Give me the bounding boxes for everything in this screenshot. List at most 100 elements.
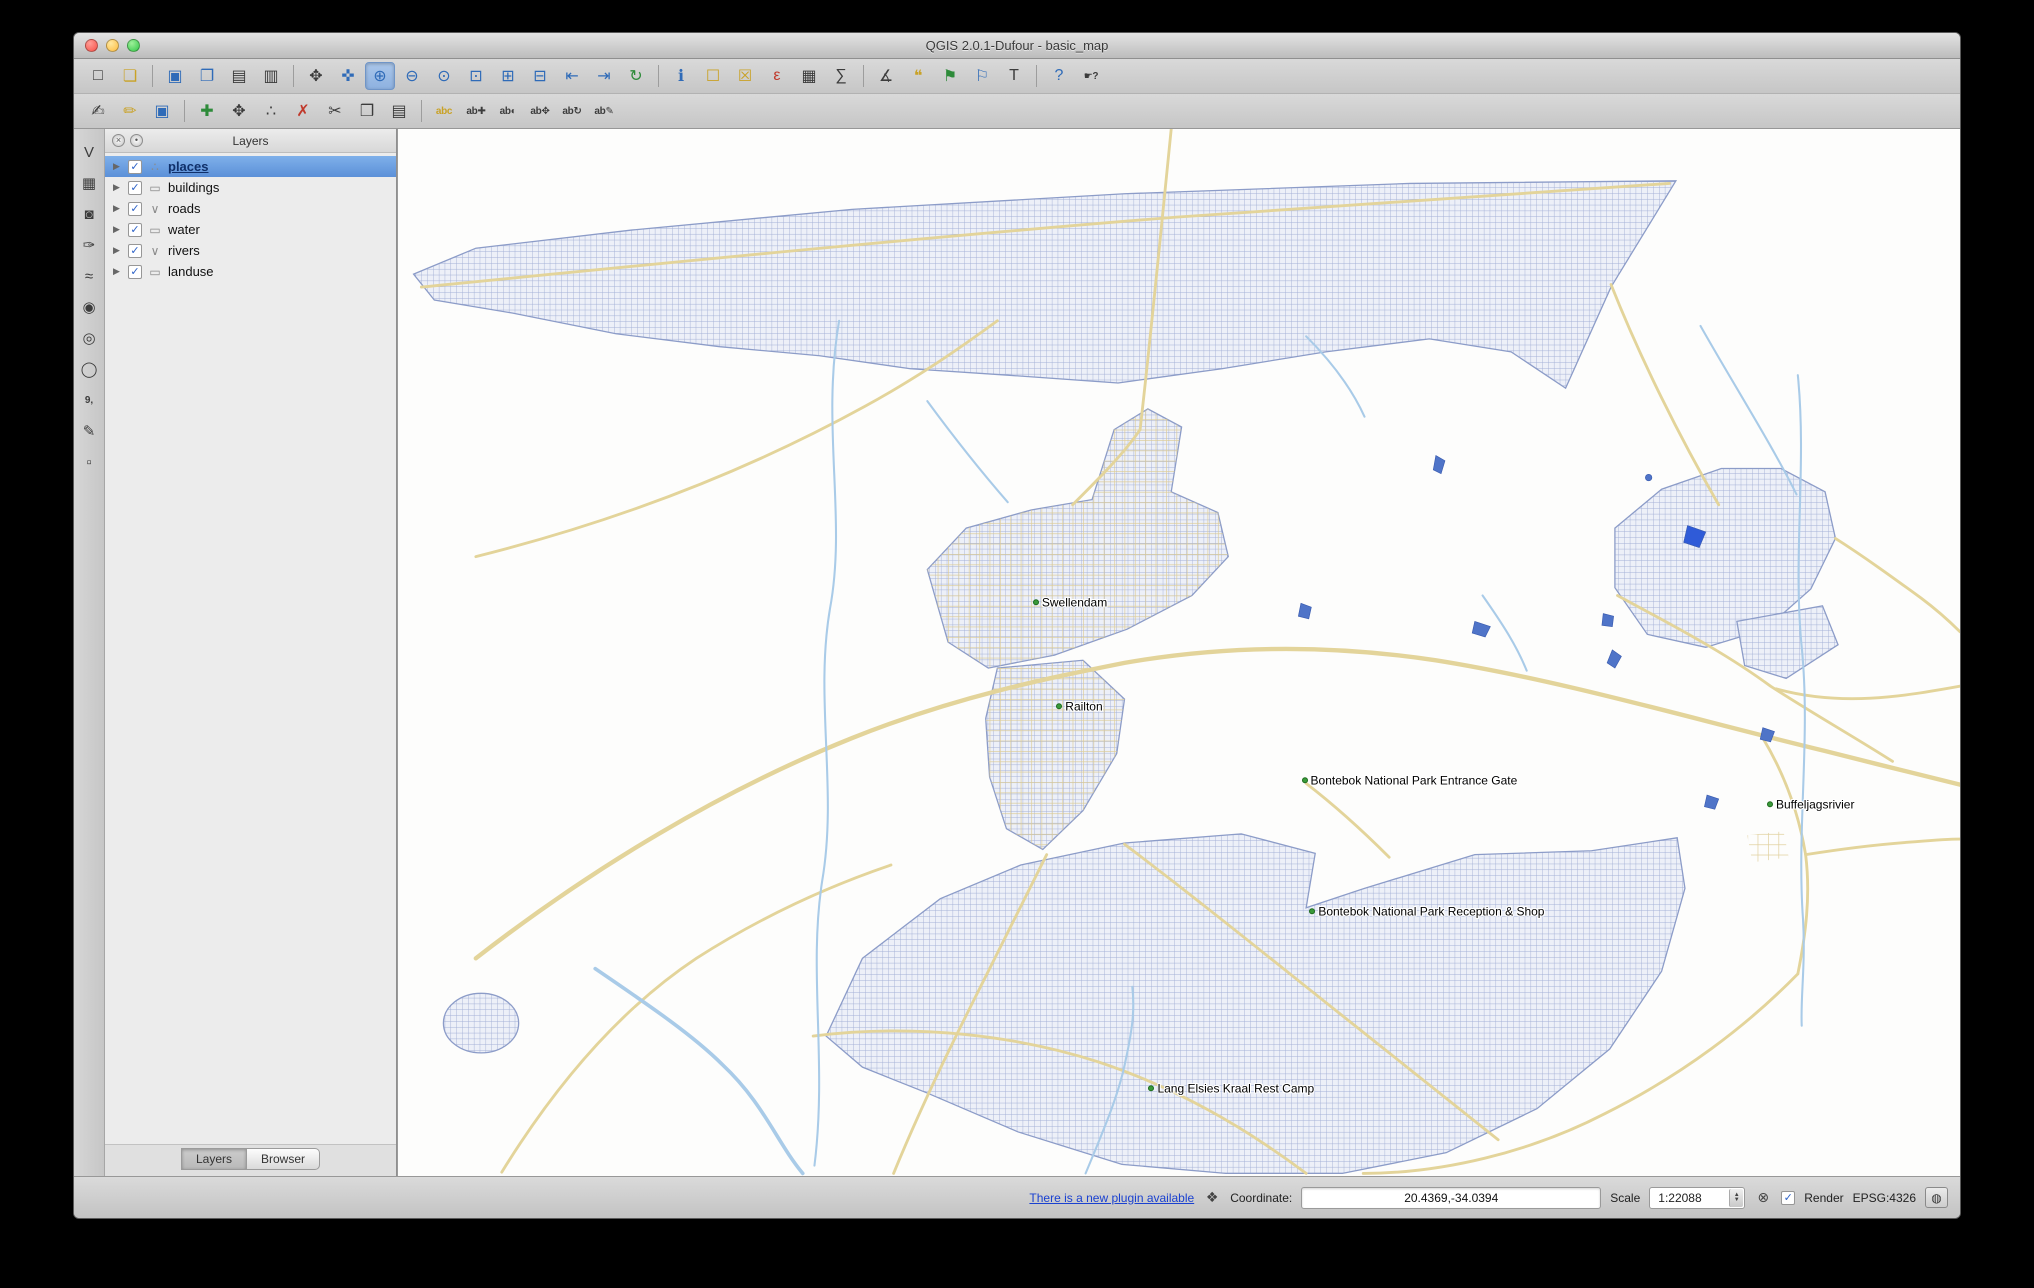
toolbar-button-field-calculator[interactable]: ∑ [826, 62, 856, 90]
title-bar[interactable]: QGIS 2.0.1-Dufour - basic_map [74, 33, 1960, 59]
edit-toolbar-icon: ✥ [232, 103, 246, 120]
toolbar-button-select-by-expression[interactable]: ε [762, 62, 792, 90]
stop-render-icon[interactable]: ⊗ [1754, 1189, 1772, 1207]
toolbar-button-help-contents[interactable]: ? [1044, 62, 1074, 90]
plugin-icon[interactable]: ❖ [1203, 1189, 1221, 1207]
toolbar-button-new-bookmark[interactable]: ⚑ [935, 62, 965, 90]
map-canvas[interactable]: Swellendam Railton Bontebok National Par… [397, 129, 1960, 1176]
toolbar-icon: ε [773, 67, 781, 84]
toolbar-button-zoom-in[interactable]: ⊕ [365, 62, 395, 90]
toolbar-icon: ⊕ [373, 68, 387, 85]
layer-item-roads[interactable]: ∨ roads [105, 198, 396, 219]
panel-tab-layers[interactable]: Layers [180, 1147, 247, 1170]
toolbar-button-open-attribute-table[interactable]: ▦ [794, 62, 824, 90]
toolbar-button-new-project[interactable]: □ [83, 62, 113, 90]
toolbar-button-zoom-actual[interactable]: ⊙ [429, 62, 459, 90]
toolbar-button-save-project[interactable]: ▣ [160, 62, 190, 90]
toolbar-button-identify-features[interactable]: ℹ [666, 62, 696, 90]
expand-arrow-icon[interactable] [113, 203, 123, 214]
edit-toolbar-icon: ✂ [328, 103, 342, 120]
side-button-add-wfs-layer[interactable]: ◯ [76, 356, 102, 382]
new-plugin-link[interactable]: There is a new plugin available [1029, 1191, 1194, 1205]
edit-toolbar-button-show-hide-labels[interactable]: ab◐ [493, 97, 523, 125]
side-button-add-mssql-layer[interactable]: ≈ [76, 263, 102, 289]
edit-toolbar-button-pin-labels[interactable]: ab✚ [461, 97, 491, 125]
toolbar-button-map-tips[interactable]: ❝ [903, 62, 933, 90]
stepper-arrows-icon[interactable] [1729, 1188, 1744, 1207]
toolbar-button-select-features[interactable]: ☐ [698, 62, 728, 90]
panel-tab-browser[interactable]: Browser [247, 1147, 321, 1170]
side-button-add-vector-layer[interactable]: V [76, 139, 102, 165]
expand-arrow-icon[interactable] [113, 161, 123, 172]
side-button-add-wcs-layer[interactable]: ◎ [76, 325, 102, 351]
toolbar-button-deselect-features[interactable]: ☒ [730, 62, 760, 90]
side-button-new-spatialite-layer[interactable]: ▫ [76, 449, 102, 475]
toolbar-button-pan-map[interactable]: ✥ [301, 62, 331, 90]
zoom-window-button[interactable] [127, 39, 140, 52]
toolbar-button-zoom-next[interactable]: ⇥ [589, 62, 619, 90]
crs-selector-icon[interactable]: ◍ [1925, 1187, 1948, 1208]
layer-item-landuse[interactable]: ▭ landuse [105, 261, 396, 282]
toolbar-button-save-project-as[interactable]: ❐ [192, 62, 222, 90]
toolbar-button-whats-this[interactable]: ☛? [1076, 62, 1106, 90]
edit-toolbar-button-save-layer-edits[interactable]: ▣ [147, 97, 177, 125]
layer-visibility-checkbox[interactable] [128, 264, 142, 279]
edit-toolbar-button-rotate-label[interactable]: ab↻ [557, 97, 587, 125]
toolbar-button-zoom-out[interactable]: ⊖ [397, 62, 427, 90]
minimize-window-button[interactable] [106, 39, 119, 52]
toolbar-icon: ▤ [231, 68, 247, 85]
scale-value: 1:22088 [1658, 1190, 1702, 1205]
edit-toolbar-button-labeling-options[interactable]: abc [429, 97, 459, 125]
layer-visibility-checkbox[interactable] [128, 159, 142, 174]
edit-toolbar-button-node-tool[interactable]: ∴ [256, 97, 286, 125]
edit-toolbar-button-current-edits[interactable]: ✍ [83, 97, 113, 125]
layer-item-rivers[interactable]: ∨ rivers [105, 240, 396, 261]
expand-arrow-icon[interactable] [113, 182, 123, 193]
main-toolbar: □ ❏ ▣ ❐ ▤ ▥ ✥ ✜ ⊕ ⊖ ⊙ ⊡ ⊞ ⊟ ⇤ ⇥ ↻ ℹ ☐ ☒ … [74, 59, 1960, 94]
panel-float-icon[interactable] [130, 134, 143, 147]
edit-toolbar-button-add-feature[interactable]: ✚ [192, 97, 222, 125]
layer-visibility-checkbox[interactable] [128, 222, 142, 237]
toolbar-button-pan-to-selection[interactable]: ✜ [333, 62, 363, 90]
panel-close-icon[interactable] [112, 134, 125, 147]
layer-item-water[interactable]: ▭ water [105, 219, 396, 240]
crs-text: EPSG:4326 [1852, 1190, 1916, 1205]
edit-toolbar-button-paste-features[interactable]: ▤ [384, 97, 414, 125]
side-button-add-wms-layer[interactable]: ◉ [76, 294, 102, 320]
toolbar-button-text-annotation[interactable]: T [999, 62, 1029, 90]
edit-toolbar-button-copy-features[interactable]: ❒ [352, 97, 382, 125]
expand-arrow-icon[interactable] [113, 245, 123, 256]
side-button-add-spatialite-layer[interactable]: ✑ [76, 232, 102, 258]
close-window-button[interactable] [85, 39, 98, 52]
edit-toolbar-button-toggle-editing[interactable]: ✏ [115, 97, 145, 125]
toolbar-button-new-print-composer[interactable]: ▤ [224, 62, 254, 90]
edit-toolbar-button-change-label[interactable]: ab✎ [589, 97, 619, 125]
side-button-add-postgis-layer[interactable]: ◙ [76, 201, 102, 227]
layer-item-buildings[interactable]: ▭ buildings [105, 177, 396, 198]
toolbar-button-zoom-full[interactable]: ⊡ [461, 62, 491, 90]
render-checkbox[interactable] [1781, 1190, 1796, 1205]
edit-toolbar-button-move-label[interactable]: ab✥ [525, 97, 555, 125]
toolbar-button-open-project[interactable]: ❏ [115, 62, 145, 90]
layer-item-places[interactable]: ∴ places [105, 156, 396, 177]
toolbar-button-show-bookmarks[interactable]: ⚐ [967, 62, 997, 90]
side-button-new-shapefile-layer[interactable]: ✎ [76, 418, 102, 444]
toolbar-button-refresh[interactable]: ↻ [621, 62, 651, 90]
side-button-add-delimited-text-layer[interactable]: 9, [76, 387, 102, 413]
toolbar-button-zoom-to-layer[interactable]: ⊟ [525, 62, 555, 90]
toolbar-button-zoom-last[interactable]: ⇤ [557, 62, 587, 90]
side-button-add-raster-layer[interactable]: ▦ [76, 170, 102, 196]
toolbar-button-composer-manager[interactable]: ▥ [256, 62, 286, 90]
layer-visibility-checkbox[interactable] [128, 243, 142, 258]
edit-toolbar-button-cut-features[interactable]: ✂ [320, 97, 350, 125]
edit-toolbar-button-delete-selected[interactable]: ✗ [288, 97, 318, 125]
toolbar-button-zoom-to-selection[interactable]: ⊞ [493, 62, 523, 90]
expand-arrow-icon[interactable] [113, 224, 123, 235]
toolbar-button-measure-line[interactable]: ∡ [871, 62, 901, 90]
layer-visibility-checkbox[interactable] [128, 201, 142, 216]
scale-combo[interactable]: 1:22088 [1649, 1186, 1746, 1209]
layer-visibility-checkbox[interactable] [128, 180, 142, 195]
coordinate-input[interactable] [1301, 1186, 1602, 1209]
edit-toolbar-button-move-feature[interactable]: ✥ [224, 97, 254, 125]
expand-arrow-icon[interactable] [113, 266, 123, 277]
